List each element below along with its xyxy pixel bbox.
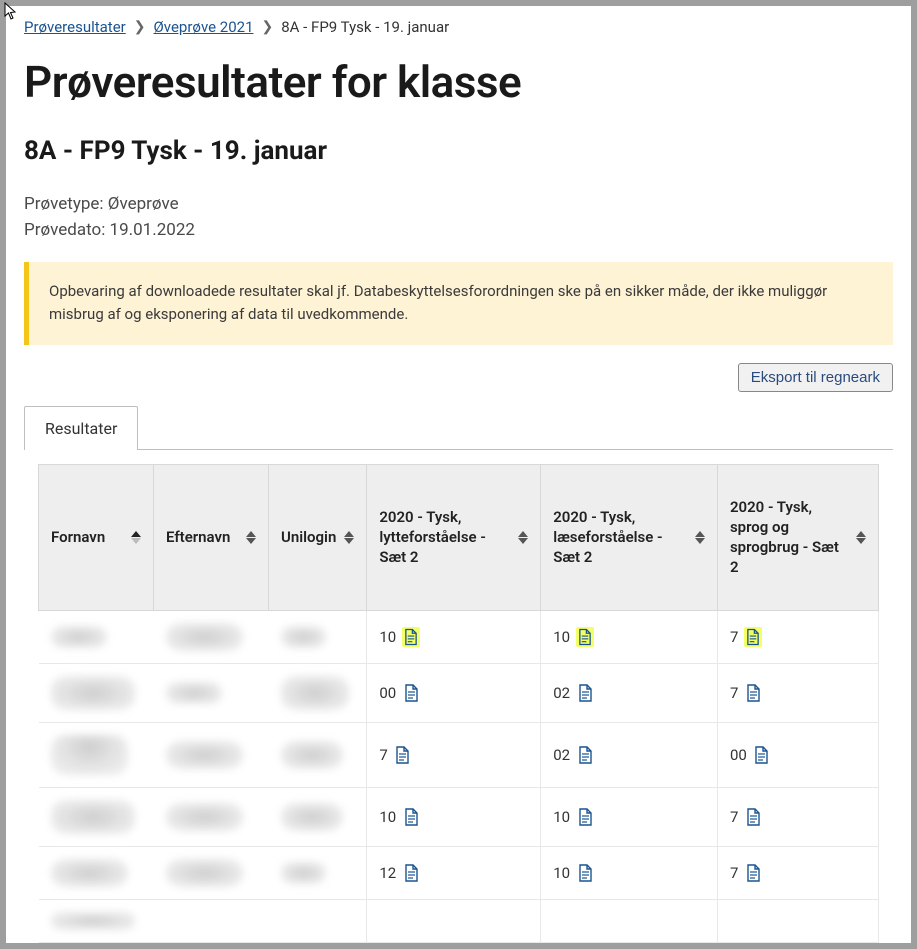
cell-unilogin: [269, 610, 367, 663]
th-score-3[interactable]: 2020 - Tysk, sprog og sprogbrug - Sæt 2: [717, 464, 878, 610]
cell-score-3: [717, 899, 878, 942]
th-score-1[interactable]: 2020 - Tysk, lytteforståelse - Sæt 2: [367, 464, 541, 610]
cell-efternavn: [154, 722, 269, 787]
export-button[interactable]: Eksport til regneark: [738, 363, 893, 392]
cell-score-1: 10: [367, 787, 541, 846]
document-icon[interactable]: [402, 863, 420, 883]
table-row: 00027: [39, 663, 879, 722]
sort-icon: [695, 531, 705, 544]
cell-score-1: 12: [367, 846, 541, 899]
document-icon[interactable]: [576, 627, 594, 647]
sort-icon: [131, 531, 141, 544]
chevron-right-icon: ❯: [134, 19, 146, 35]
cell-unilogin: [269, 663, 367, 722]
sort-icon: [344, 531, 354, 544]
table-row: 70200: [39, 722, 879, 787]
cell-score-3: 00: [717, 722, 878, 787]
table-row: 10107: [39, 610, 879, 663]
results-table: Fornavn Efternavn: [38, 464, 879, 943]
document-icon[interactable]: [744, 683, 762, 703]
sort-icon: [518, 531, 528, 544]
cell-score-3: 7: [717, 787, 878, 846]
sort-icon: [246, 531, 256, 544]
cursor-pointer: [4, 2, 18, 25]
th-score-2[interactable]: 2020 - Tysk, læseforståelse - Sæt 2: [541, 464, 718, 610]
cell-score-1: 00: [367, 663, 541, 722]
cell-unilogin: [269, 787, 367, 846]
document-icon[interactable]: [576, 745, 594, 765]
cell-fornavn: [39, 610, 154, 663]
document-icon[interactable]: [394, 745, 412, 765]
cell-score-2: 02: [541, 722, 718, 787]
cell-score-2: 10: [541, 846, 718, 899]
cell-fornavn: [39, 846, 154, 899]
cell-efternavn: [154, 899, 269, 942]
cell-fornavn: [39, 787, 154, 846]
th-efternavn[interactable]: Efternavn: [154, 464, 269, 610]
page-subtitle: 8A - FP9 Tysk - 19. januar: [24, 136, 893, 166]
document-icon[interactable]: [744, 627, 762, 647]
cell-score-1: 7: [367, 722, 541, 787]
cell-score-2: 10: [541, 787, 718, 846]
gdpr-alert: Opbevaring af downloadede resultater ska…: [24, 262, 893, 345]
document-icon[interactable]: [402, 807, 420, 827]
cell-score-2: 10: [541, 610, 718, 663]
table-row: 12107: [39, 846, 879, 899]
breadcrumb-current: 8A - FP9 Tysk - 19. januar: [281, 18, 449, 36]
breadcrumb: Prøveresultater ❯ Øveprøve 2021 ❯ 8A - F…: [24, 18, 893, 36]
cell-score-3: 7: [717, 846, 878, 899]
cell-fornavn: [39, 663, 154, 722]
cell-score-3: 7: [717, 610, 878, 663]
cell-fornavn: [39, 899, 154, 942]
cell-score-2: 02: [541, 663, 718, 722]
document-icon[interactable]: [744, 863, 762, 883]
table-row: 10107: [39, 787, 879, 846]
meta-test-date: Prøvedato: 19.01.2022: [24, 220, 893, 240]
document-icon[interactable]: [402, 627, 420, 647]
cell-unilogin: [269, 722, 367, 787]
chevron-right-icon: ❯: [262, 19, 274, 35]
cell-score-2: [541, 899, 718, 942]
th-unilogin[interactable]: Unilogin: [269, 464, 367, 610]
tab-results[interactable]: Resultater: [24, 406, 138, 450]
breadcrumb-link-test[interactable]: Øveprøve 2021: [153, 18, 253, 36]
cell-efternavn: [154, 610, 269, 663]
cell-efternavn: [154, 787, 269, 846]
cell-unilogin: [269, 846, 367, 899]
meta-test-type: Prøvetype: Øveprøve: [24, 194, 893, 214]
document-icon[interactable]: [744, 807, 762, 827]
document-icon[interactable]: [576, 863, 594, 883]
document-icon[interactable]: [753, 745, 771, 765]
cell-efternavn: [154, 663, 269, 722]
document-icon[interactable]: [576, 683, 594, 703]
th-fornavn[interactable]: Fornavn: [39, 464, 154, 610]
sort-icon: [856, 531, 866, 544]
breadcrumb-link-results[interactable]: Prøveresultater: [24, 18, 126, 36]
cell-efternavn: [154, 846, 269, 899]
cell-score-1: [367, 899, 541, 942]
cell-fornavn: [39, 722, 154, 787]
page-title: Prøveresultater for klasse: [24, 56, 893, 108]
table-row: [39, 899, 879, 942]
document-icon[interactable]: [576, 807, 594, 827]
cell-score-1: 10: [367, 610, 541, 663]
cell-unilogin: [269, 899, 367, 942]
cell-score-3: 7: [717, 663, 878, 722]
document-icon[interactable]: [402, 683, 420, 703]
